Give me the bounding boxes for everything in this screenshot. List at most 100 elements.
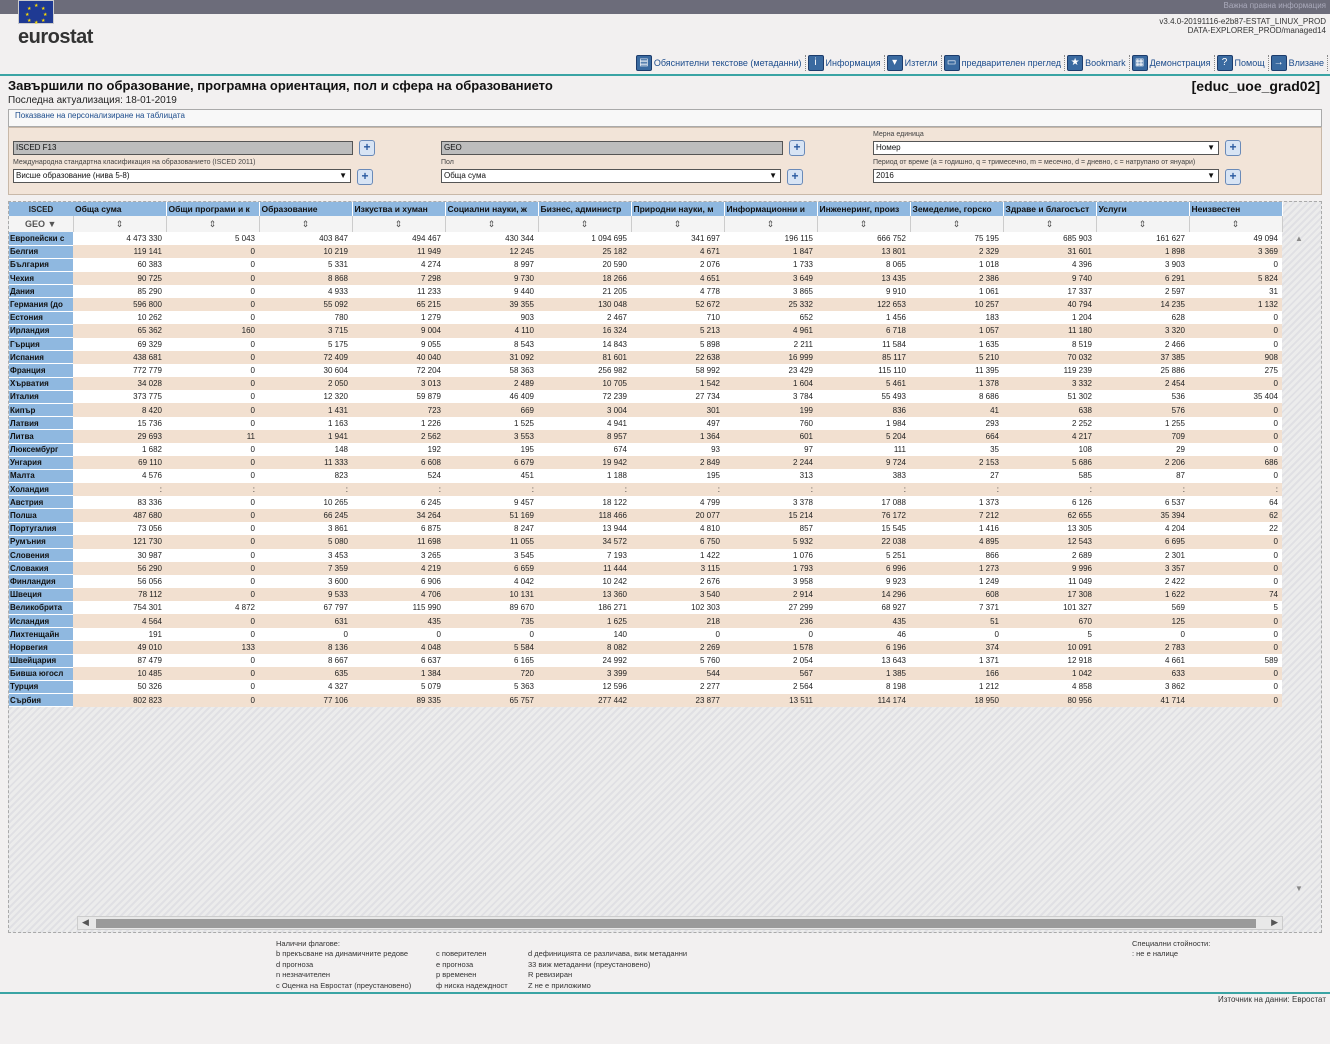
horizontal-scrollbar[interactable]: ◀ ▶ (77, 916, 1283, 930)
column-header[interactable]: Инженеринг, произ (817, 202, 911, 216)
sort-arrows-icon[interactable]: ⇕ (259, 216, 353, 232)
sort-arrows-icon[interactable]: ⇕ (73, 216, 167, 232)
row-header-geo[interactable]: Швеция (9, 588, 73, 602)
row-header-geo[interactable]: Португалия (9, 522, 73, 536)
scroll-thumb[interactable] (96, 919, 1256, 928)
sort-arrows-icon[interactable]: ⇕ (1003, 216, 1097, 232)
sort-arrows-icon[interactable]: ⇕ (631, 216, 725, 232)
unit-select[interactable]: Номер ▼ (873, 141, 1219, 155)
show-customize-link[interactable]: Показване на персонализиране на таблицат… (15, 111, 185, 120)
sort-arrows-icon[interactable]: ⇕ (166, 216, 260, 232)
table-cell: 4 872 (166, 601, 259, 615)
row-header-geo[interactable]: България (9, 258, 73, 273)
row-header-geo[interactable]: Полша (9, 508, 73, 523)
row-header-geo[interactable]: Кипър (9, 403, 73, 418)
isced-dimension-box[interactable]: ISCED F13 (13, 141, 353, 155)
row-header-geo[interactable]: Италия (9, 390, 73, 404)
period-select[interactable]: 2016 ▼ (873, 169, 1219, 183)
column-header[interactable]: Общи програми и к (166, 202, 260, 216)
sort-arrows-icon[interactable]: ⇕ (910, 216, 1004, 232)
row-header-geo[interactable]: Испания (9, 350, 73, 365)
column-header[interactable]: Образование (259, 202, 353, 216)
table-cell: 1 622 (1096, 588, 1189, 602)
legal-notice-link[interactable]: Важна правна информация (1224, 1, 1327, 10)
column-header[interactable]: Изкуства и хуман (352, 202, 446, 216)
geo-dimension-box[interactable]: GEO (441, 141, 783, 155)
scroll-right-icon[interactable]: ▶ (1271, 917, 1278, 928)
toolbar-button-4[interactable]: ★ Bookmark (1067, 55, 1130, 71)
eurostat-logo[interactable]: eurostat (18, 26, 93, 49)
toolbar-button-3[interactable]: ▭ предварителен преглед (943, 55, 1066, 71)
row-header-geo[interactable]: Швейцария (9, 654, 73, 668)
table-cell: 0 (724, 627, 817, 641)
row-header-geo[interactable]: Холандия (9, 482, 73, 497)
column-header[interactable]: Социални науки, ж (445, 202, 539, 216)
sort-arrows-icon[interactable]: ⇕ (445, 216, 539, 232)
row-header-geo[interactable]: Литва (9, 429, 73, 444)
column-header[interactable]: Информационни и (724, 202, 818, 216)
row-header-geo[interactable]: Ирландия (9, 324, 73, 339)
row-header-geo[interactable]: Лихтенщайн (9, 627, 73, 642)
row-header-geo[interactable]: Естония (9, 311, 73, 325)
sort-arrows-icon[interactable]: ⇕ (538, 216, 632, 232)
toolbar-button-0[interactable]: ▤ Обяснителни текстове (метаданни) (635, 55, 806, 71)
toolbar-button-7[interactable]: → Влизане (1270, 55, 1328, 71)
scroll-down-icon[interactable]: ▼ (1295, 884, 1303, 893)
add-geo-button[interactable]: + (789, 140, 805, 156)
row-header-geo[interactable]: Латвия (9, 416, 73, 431)
column-header[interactable]: Обща сума (73, 202, 167, 216)
column-header[interactable]: Здраве и благосъст (1003, 202, 1097, 216)
row-header-geo[interactable]: Румъния (9, 535, 73, 550)
row-header-geo[interactable]: Австрия (9, 495, 73, 510)
row-header-geo[interactable]: Словакия (9, 561, 73, 576)
row-header-geo[interactable]: Дания (9, 284, 73, 299)
row-header-geo[interactable]: Европейски с (9, 232, 73, 246)
level-select[interactable]: Висше образование (нива 5-8) ▼ (13, 169, 351, 183)
column-header[interactable]: Бизнес, администр (538, 202, 632, 216)
row-header-geo[interactable]: Бивша югосл (9, 667, 73, 681)
table-cell: 7 359 (259, 561, 352, 575)
row-header-geo[interactable]: Великобрита (9, 601, 73, 615)
row-header-geo[interactable]: Малта (9, 469, 73, 484)
row-header-geo[interactable]: Гърция (9, 337, 73, 352)
add-period-button[interactable]: + (1225, 169, 1241, 185)
sort-arrows-icon[interactable]: ⇕ (817, 216, 911, 232)
row-header-geo[interactable]: Чехия (9, 271, 73, 286)
row-header-geo[interactable]: Норвегия (9, 640, 73, 655)
row-header-geo[interactable]: Белгия (9, 245, 73, 259)
table-cell: 2 466 (1096, 337, 1189, 351)
geo-corner[interactable]: GEO ▼ (9, 216, 74, 232)
add-unit-button[interactable]: + (1225, 140, 1241, 156)
sort-arrows-icon[interactable]: ⇕ (724, 216, 818, 232)
vertical-scrollbar[interactable]: ▲ ▼ (1293, 234, 1307, 894)
add-level-button[interactable]: + (357, 169, 373, 185)
column-header[interactable]: Природни науки, м (631, 202, 725, 216)
scroll-left-icon[interactable]: ◀ (82, 917, 89, 928)
row-header-geo[interactable]: Франция (9, 363, 73, 378)
table-cell: 1 525 (445, 416, 538, 430)
row-header-geo[interactable]: Словения (9, 548, 73, 563)
add-sex-button[interactable]: + (787, 169, 803, 185)
sort-arrows-icon[interactable]: ⇕ (1096, 216, 1190, 232)
row-header-geo[interactable]: Германия (до (9, 297, 73, 312)
row-header-geo[interactable]: Исландия (9, 614, 73, 629)
row-header-geo[interactable]: Люксембург (9, 443, 73, 457)
scroll-up-icon[interactable]: ▲ (1295, 234, 1303, 243)
column-header[interactable]: Земеделие, горско (910, 202, 1004, 216)
toolbar-button-5[interactable]: ▦ Демонстрация (1131, 55, 1215, 71)
sort-arrows-icon[interactable]: ⇕ (1189, 216, 1283, 232)
row-header-geo[interactable]: Хърватия (9, 377, 73, 391)
column-header[interactable]: Неизвестен (1189, 202, 1283, 216)
row-header-geo[interactable]: Унгария (9, 456, 73, 470)
column-header[interactable]: Услуги (1096, 202, 1190, 216)
isced-corner[interactable]: ISCED (9, 202, 73, 216)
toolbar-button-1[interactable]: i Информация (807, 55, 885, 71)
sort-arrows-icon[interactable]: ⇕ (352, 216, 446, 232)
row-header-geo[interactable]: Финландия (9, 574, 73, 589)
sex-select[interactable]: Обща сума ▼ (441, 169, 781, 183)
row-header-geo[interactable]: Сърбия (9, 693, 73, 708)
toolbar-button-2[interactable]: ▾ Изтегли (886, 55, 942, 71)
add-isced-button[interactable]: + (359, 140, 375, 156)
row-header-geo[interactable]: Турция (9, 680, 73, 695)
toolbar-button-6[interactable]: ? Помощ (1216, 55, 1269, 71)
